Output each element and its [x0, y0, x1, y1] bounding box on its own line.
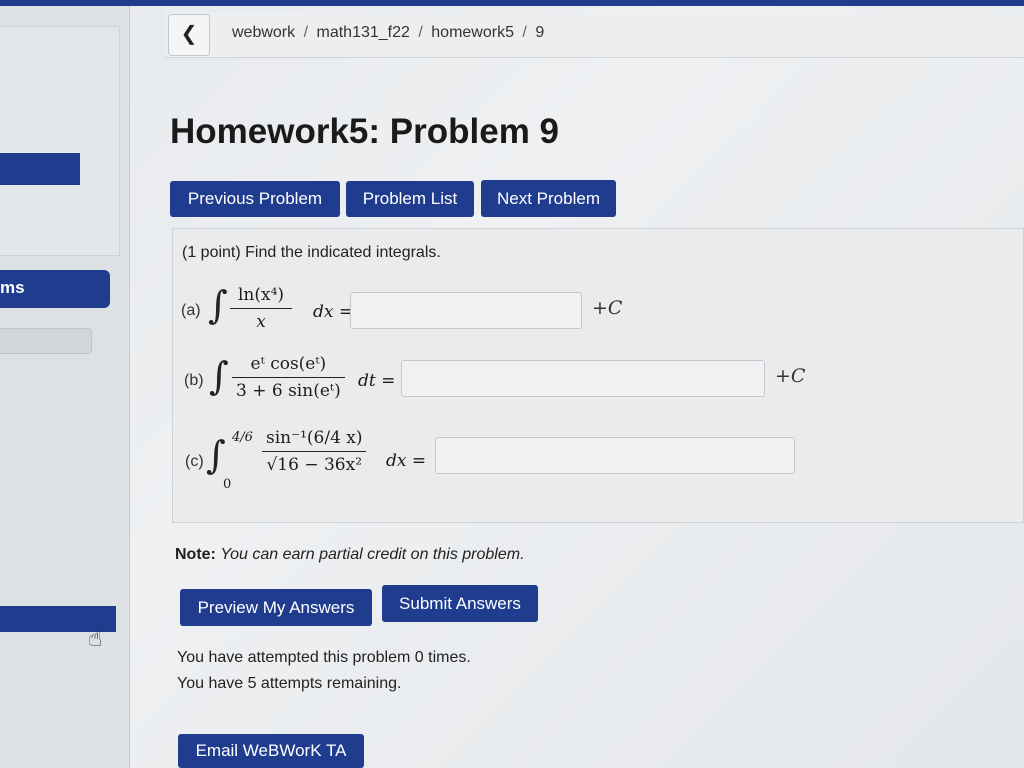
part-b-numerator: eᵗ cos(eᵗ) [250, 354, 327, 374]
email-ta-button[interactable]: Email WeBWorK TA [178, 734, 364, 768]
chevron-left-icon: ❮ [180, 23, 198, 45]
sidebar-item-label: ms [0, 278, 25, 297]
hand-cursor-icon: ☝ [88, 625, 103, 652]
partial-credit-note: Note: You can earn partial credit on thi… [175, 546, 525, 564]
sidebar-card [0, 26, 120, 256]
problem-intro: (1 point) Find the indicated integrals. [182, 244, 441, 261]
breadcrumb-separator: / [418, 24, 423, 41]
part-b-label: (b) [184, 372, 204, 389]
attempts-remaining: You have 5 attempts remaining. [177, 675, 402, 692]
sidebar [0, 6, 130, 768]
part-c-differential: dx = [386, 451, 427, 471]
part-b-answer-input[interactable] [401, 360, 765, 397]
breadcrumb-link-webwork[interactable]: webwork [232, 24, 295, 41]
part-c-numerator: sin⁻¹(6/4 x) [266, 428, 363, 448]
integral-sign: ∫ [206, 433, 226, 477]
breadcrumb: webwork / math131_f22 / homework5 / 9 [232, 24, 544, 42]
sidebar-item-problems[interactable]: ms [0, 270, 110, 308]
sidebar-item-active[interactable] [0, 153, 80, 185]
part-b-differential: dt = [358, 371, 396, 391]
part-a-differential: dx = [313, 302, 354, 322]
part-a-denominator: x [230, 308, 292, 332]
page-title: Homework5: Problem 9 [170, 112, 559, 151]
part-b-fraction: eᵗ cos(eᵗ) 3 + 6 sin(eᵗ) [232, 354, 345, 401]
part-a-answer-input[interactable] [350, 292, 582, 329]
part-a-numerator: ln(x⁴) [237, 285, 285, 305]
attempts-info: You have attempted this problem 0 times.… [177, 645, 471, 697]
breadcrumb-separator: / [522, 24, 527, 41]
attempts-count: You have attempted this problem 0 times. [177, 649, 471, 666]
breadcrumb-current: 9 [535, 24, 545, 41]
part-c-label: (c) [185, 453, 204, 470]
sidebar-item[interactable] [0, 328, 92, 354]
part-b-plus-c: +C [775, 365, 806, 387]
problem-list-button[interactable]: Problem List [346, 181, 474, 217]
breadcrumb-link-set[interactable]: homework5 [431, 24, 514, 41]
integral-sign: ∫ [208, 283, 228, 327]
back-button[interactable]: ❮ [168, 14, 210, 56]
note-label: Note: [175, 546, 216, 563]
breadcrumb-link-course[interactable]: math131_f22 [317, 24, 410, 41]
part-c-denominator: √16 − 36x² [262, 451, 367, 475]
note-text: You can earn partial credit on this prob… [220, 546, 525, 563]
part-c-fraction: sin⁻¹(6/4 x) √16 − 36x² [262, 428, 367, 475]
integral-sign: ∫ [209, 354, 229, 398]
part-a-plus-c: +C [592, 297, 623, 319]
top-strip [0, 0, 1024, 6]
preview-answers-button[interactable]: Preview My Answers [180, 589, 372, 626]
breadcrumb-separator: / [303, 24, 309, 41]
part-c-answer-input[interactable] [435, 437, 795, 474]
part-a-fraction: ln(x⁴) x [230, 285, 292, 332]
part-c-upper-limit: 4/6 [232, 430, 253, 445]
previous-problem-button[interactable]: Previous Problem [170, 181, 340, 217]
next-problem-button[interactable]: Next Problem [481, 180, 616, 217]
submit-answers-button[interactable]: Submit Answers [382, 585, 538, 622]
part-a-label: (a) [181, 302, 201, 319]
part-b-denominator: 3 + 6 sin(eᵗ) [232, 377, 345, 401]
part-c-lower-limit: 0 [223, 477, 232, 492]
